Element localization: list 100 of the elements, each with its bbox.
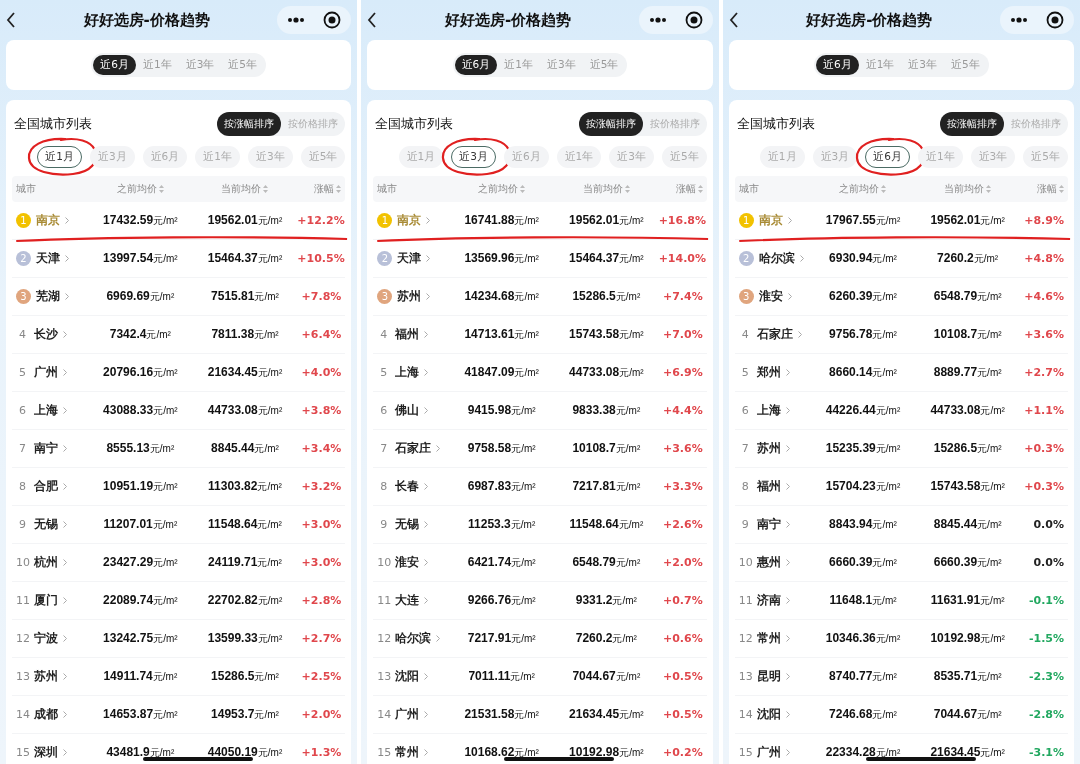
- column-header[interactable]: 之前均价: [839, 182, 880, 196]
- city-link[interactable]: 长沙: [34, 327, 58, 342]
- city-link[interactable]: 天津: [397, 251, 422, 266]
- city-link[interactable]: 淮安: [758, 289, 783, 304]
- city-link[interactable]: 芜湖: [36, 289, 60, 304]
- target-icon[interactable]: [684, 11, 703, 29]
- city-link[interactable]: 无锡: [34, 517, 58, 532]
- column-header[interactable]: 之前均价: [116, 182, 157, 196]
- city-link[interactable]: 苏州: [397, 289, 422, 304]
- city-link[interactable]: 淮安: [395, 555, 420, 570]
- city-link[interactable]: 南宁: [756, 517, 781, 532]
- capsule-menu[interactable]: [1000, 6, 1074, 34]
- city-link[interactable]: 广州: [395, 707, 420, 722]
- column-header[interactable]: 当前均价: [944, 182, 985, 196]
- city-link[interactable]: 上海: [756, 403, 781, 418]
- target-icon[interactable]: [323, 11, 342, 29]
- city-link[interactable]: 佛山: [395, 403, 420, 418]
- change-cell-text: +3.4%: [300, 442, 342, 455]
- more-icon[interactable]: [1010, 17, 1028, 23]
- price-cell-text: 6548.79元/m²: [571, 555, 642, 570]
- chevron-icon: [63, 483, 67, 490]
- city-link[interactable]: 常州: [756, 631, 781, 646]
- back-icon[interactable]: [728, 12, 739, 28]
- column-header[interactable]: 之前均价: [478, 182, 519, 196]
- city-link[interactable]: 杭州: [34, 555, 58, 570]
- sort-tab[interactable]: 按涨幅排序: [578, 112, 643, 136]
- back-icon[interactable]: [6, 12, 16, 28]
- column-header[interactable]: 当前均价: [582, 182, 623, 196]
- city-link[interactable]: 深圳: [34, 745, 58, 760]
- price-cell-text: 10346.36元/m²: [824, 631, 902, 646]
- change-cell-text: +3.6%: [1023, 328, 1064, 341]
- chevron-icon: [424, 597, 429, 604]
- back-icon[interactable]: [367, 12, 378, 28]
- price-cell-text: 8740.77元/m²: [828, 669, 898, 684]
- city-link[interactable]: 天津: [36, 251, 60, 266]
- period-tab[interactable]: 近6月: [454, 55, 498, 75]
- city-link[interactable]: 常州: [395, 745, 420, 760]
- city-link[interactable]: 无锡: [395, 517, 420, 532]
- sort-tab[interactable]: 按涨幅排序: [940, 112, 1004, 136]
- city-link[interactable]: 惠州: [756, 555, 781, 570]
- capsule-menu[interactable]: [277, 6, 352, 34]
- city-link[interactable]: 上海: [395, 365, 420, 380]
- city-link[interactable]: 成都: [34, 707, 58, 722]
- change-cell-text: +0.6%: [661, 632, 703, 645]
- more-icon[interactable]: [287, 17, 306, 23]
- city-link[interactable]: 济南: [756, 593, 781, 608]
- city-link[interactable]: 石家庄: [756, 327, 793, 342]
- city-link[interactable]: 上海: [34, 403, 58, 418]
- period-tab[interactable]: 近6月: [865, 146, 910, 168]
- city-link[interactable]: 福州: [756, 479, 781, 494]
- city-link[interactable]: 大连: [395, 593, 420, 608]
- city-link[interactable]: 长春: [395, 479, 420, 494]
- rank-number: 5: [18, 366, 27, 379]
- chevron-icon: [426, 217, 431, 224]
- change-cell-text: +7.0%: [661, 328, 703, 341]
- change-cell-text: +2.0%: [661, 556, 703, 569]
- city-link[interactable]: 沈阳: [756, 707, 781, 722]
- rank-number: 5: [379, 366, 389, 379]
- period-tab[interactable]: 近6月: [93, 55, 136, 75]
- sort-tab[interactable]: 按涨幅排序: [217, 112, 282, 136]
- city-link[interactable]: 合肥: [34, 479, 58, 494]
- more-icon[interactable]: [648, 17, 667, 23]
- city-link[interactable]: 昆明: [756, 669, 781, 684]
- city-link[interactable]: 苏州: [34, 669, 58, 684]
- list-title: 全国城市列表: [736, 115, 815, 133]
- city-link[interactable]: 石家庄: [395, 441, 432, 456]
- city-link[interactable]: 南宁: [34, 441, 58, 456]
- city-link[interactable]: 福州: [395, 327, 420, 342]
- chevron-icon: [63, 445, 67, 452]
- medal-badge: 1: [16, 213, 31, 228]
- change-cell-text: +7.4%: [661, 290, 703, 303]
- change-cell-text: +2.7%: [300, 632, 342, 645]
- rank-number: 4: [740, 328, 750, 341]
- city-link[interactable]: 哈尔滨: [758, 251, 795, 266]
- rank-number: 12: [16, 632, 29, 645]
- column-header[interactable]: 当前均价: [221, 182, 262, 196]
- city-link[interactable]: 广州: [756, 745, 781, 760]
- price-cell-text: 7342.4元/m²: [108, 327, 172, 342]
- change-cell-text: +2.6%: [661, 518, 703, 531]
- target-icon[interactable]: [1046, 11, 1064, 29]
- chevron-icon: [787, 293, 792, 300]
- city-link[interactable]: 哈尔滨: [395, 631, 432, 646]
- rank-number: 6: [379, 404, 389, 417]
- capsule-menu[interactable]: [638, 6, 713, 34]
- period-tab[interactable]: 近6月: [815, 55, 859, 75]
- column-header[interactable]: 涨幅: [1037, 182, 1057, 196]
- city-link[interactable]: 郑州: [756, 365, 781, 380]
- change-cell-text: +3.0%: [300, 518, 342, 531]
- column-header[interactable]: 涨幅: [675, 182, 696, 196]
- rank-number: 11: [377, 594, 391, 607]
- medal-badge: 2: [16, 251, 31, 266]
- city-link[interactable]: 苏州: [756, 441, 781, 456]
- column-header[interactable]: 涨幅: [314, 182, 335, 196]
- city-link[interactable]: 沈阳: [395, 669, 420, 684]
- city-link[interactable]: 厦门: [34, 593, 58, 608]
- period-tab[interactable]: 近1月: [37, 146, 82, 168]
- city-link[interactable]: 宁波: [34, 631, 58, 646]
- period-tab[interactable]: 近3月: [451, 146, 496, 168]
- city-link[interactable]: 广州: [34, 365, 58, 380]
- chevron-icon: [424, 521, 429, 528]
